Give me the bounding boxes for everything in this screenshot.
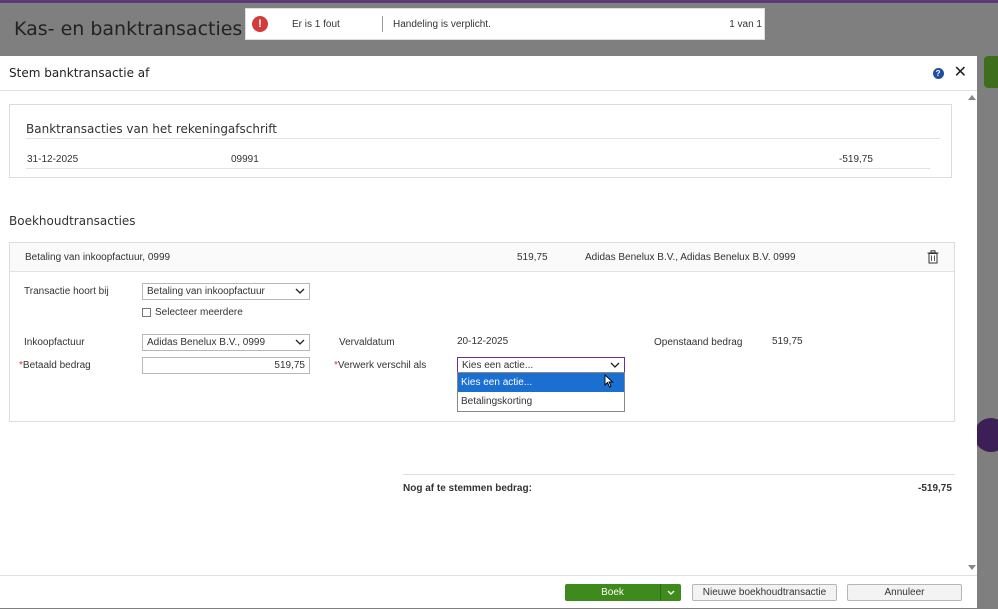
paid-amount-label-text: Betaald bedrag xyxy=(22,360,91,371)
top-accent-bar xyxy=(0,0,998,3)
dropdown-option[interactable]: Betalingskorting xyxy=(458,392,624,411)
dialog-title: Stem banktransactie af xyxy=(9,66,150,80)
summary-divider xyxy=(403,474,955,475)
page-title: Kas- en banktransacties xyxy=(14,18,243,40)
remaining-amount-label: Nog af te stemmen bedrag: xyxy=(403,483,532,494)
book-button[interactable]: Boek xyxy=(565,584,660,601)
select-multiple-checkbox[interactable] xyxy=(142,308,151,317)
error-message[interactable]: Handeling is verplicht. xyxy=(393,19,729,30)
dropdown-option[interactable]: Kies een actie... xyxy=(458,373,624,392)
paid-amount-label: *Betaald bedrag xyxy=(19,360,91,371)
invoice-value: Adidas Benelux B.V., 0999 xyxy=(147,337,266,348)
trash-icon[interactable] xyxy=(927,250,939,264)
accounting-section-title: Boekhoudtransacties xyxy=(9,214,136,228)
accounting-row[interactable]: Betaling van inkoopfactuur, 0999 519,75 … xyxy=(10,243,954,272)
new-accounting-transaction-button[interactable]: Nieuwe boekhoudtransactie xyxy=(692,584,837,601)
scroll-down-arrow-icon[interactable] xyxy=(968,565,976,570)
error-pager: 1 van 1 xyxy=(729,18,762,30)
accounting-row-party: Adidas Benelux B.V., Adidas Benelux B.V.… xyxy=(585,252,796,263)
outstanding-value: 519,75 xyxy=(772,336,803,347)
remaining-amount-value: -519,75 xyxy=(918,483,952,494)
belongs-to-label: Transactie hoort bij xyxy=(24,286,109,297)
error-separator xyxy=(382,16,383,32)
chevron-down-icon xyxy=(610,362,620,368)
error-count[interactable]: Er is 1 fout xyxy=(292,19,382,30)
bank-date: 31-12-2025 xyxy=(27,154,79,165)
dialog-scrollbar[interactable] xyxy=(966,91,977,574)
error-icon: ! xyxy=(252,16,268,32)
background-chat-bubble xyxy=(974,418,998,452)
invoice-label: Inkoopfactuur xyxy=(24,337,85,348)
difference-label-text: Verwerk verschil als xyxy=(337,360,427,371)
chevron-down-icon xyxy=(295,288,305,294)
scroll-up-arrow-icon[interactable] xyxy=(968,95,976,100)
paid-amount-input[interactable]: 519,75 xyxy=(142,357,310,374)
accounting-row-amount: 519,75 xyxy=(517,252,548,263)
cancel-button[interactable]: Annuleer xyxy=(847,584,962,601)
dialog-footer: Boek Nieuwe boekhoudtransactie Annuleer xyxy=(0,575,977,608)
close-icon[interactable]: ✕ xyxy=(954,65,967,81)
bank-reference: 09991 xyxy=(231,154,259,165)
difference-label: *Verwerk verschil als xyxy=(334,360,426,371)
difference-action-dropdown: Kies een actie... Betalingskorting xyxy=(457,372,625,412)
dialog-header: Stem banktransactie af ? ✕ xyxy=(0,56,977,91)
background-green-button xyxy=(984,56,998,88)
reconcile-dialog: Stem banktransactie af ? ✕ Banktransacti… xyxy=(0,56,977,608)
outstanding-label: Openstaand bedrag xyxy=(654,337,743,348)
bank-amount: -519,75 xyxy=(839,154,873,165)
bank-transactions-panel: Banktransacties van het rekeningafschrif… xyxy=(9,104,952,178)
book-options-button[interactable] xyxy=(660,584,681,601)
chevron-down-icon xyxy=(295,339,305,345)
invoice-select[interactable]: Adidas Benelux B.V., 0999 xyxy=(142,334,310,351)
chevron-down-icon xyxy=(667,590,675,595)
mouse-cursor-icon xyxy=(604,374,614,388)
difference-action-value: Kies een actie... xyxy=(462,360,534,371)
accounting-row-description: Betaling van inkoopfactuur, 0999 xyxy=(25,252,171,263)
error-bar: ! Er is 1 fout Handeling is verplicht. 1… xyxy=(245,8,765,40)
divider xyxy=(26,138,940,139)
help-icon[interactable]: ? xyxy=(932,67,944,79)
belongs-to-value: Betaling van inkoopfactuur xyxy=(147,286,265,297)
belongs-to-select[interactable]: Betaling van inkoopfactuur xyxy=(142,283,310,300)
due-date-value: 20-12-2025 xyxy=(457,336,509,347)
due-date-label: Vervaldatum xyxy=(339,337,395,348)
bank-section-title: Banktransacties van het rekeningafschrif… xyxy=(26,122,277,136)
select-multiple-label[interactable]: Selecteer meerdere xyxy=(155,307,243,318)
divider xyxy=(26,168,930,169)
